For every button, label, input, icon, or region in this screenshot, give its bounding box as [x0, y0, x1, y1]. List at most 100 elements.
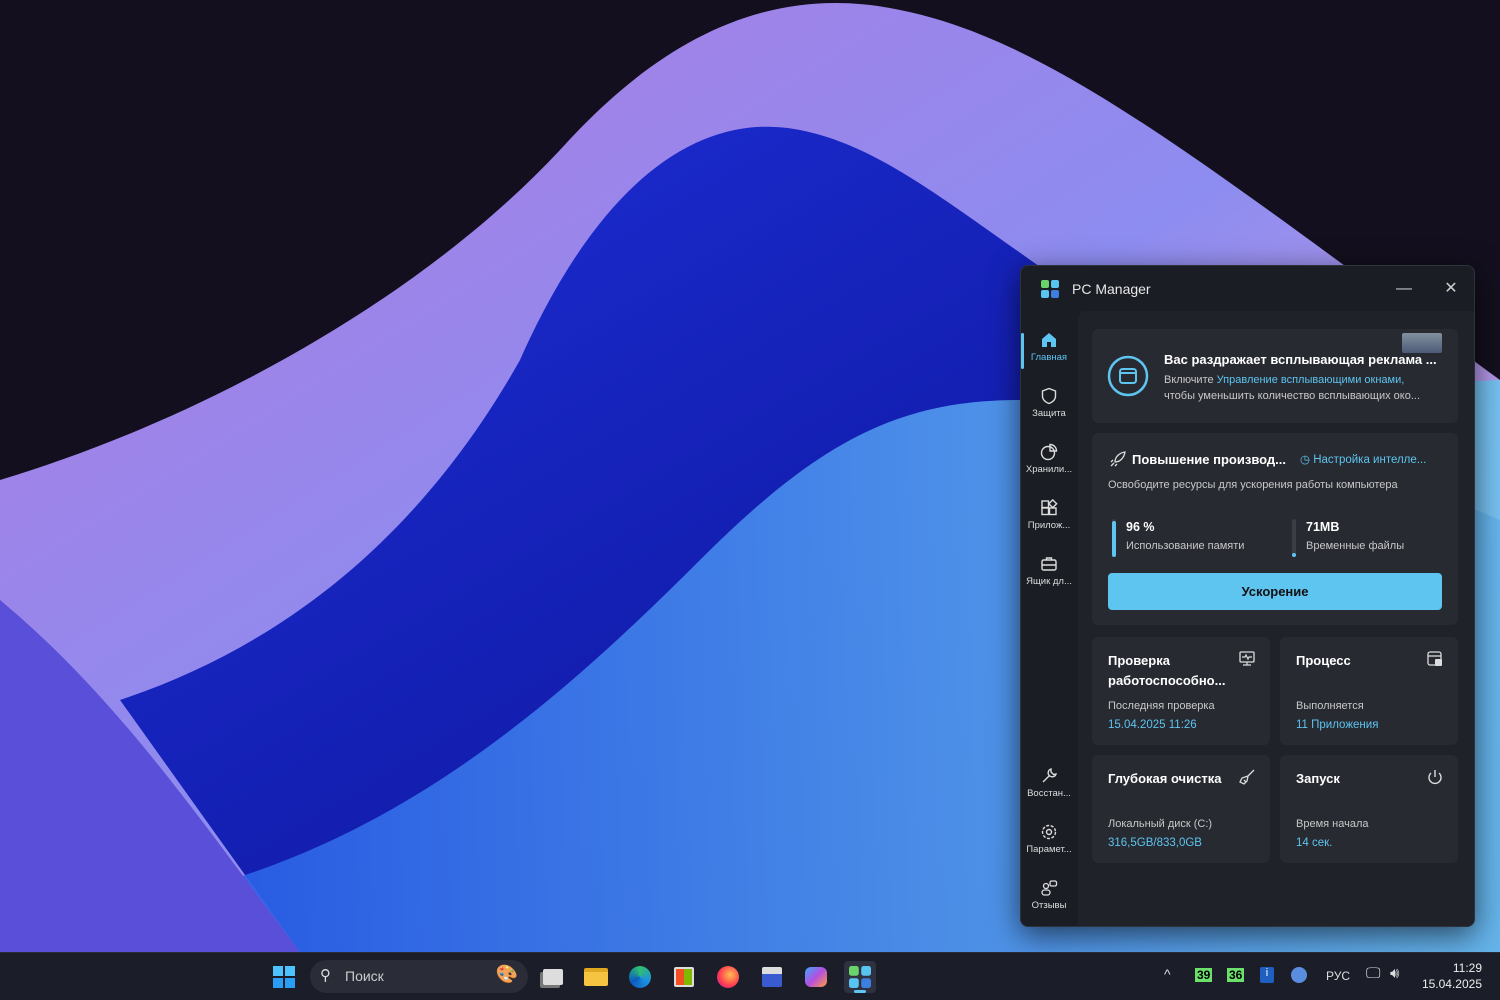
pc-manager-taskbar-button[interactable] — [844, 961, 876, 993]
tile-label: Локальный диск (C:) — [1108, 818, 1213, 830]
promo-text-line2: чтобы уменьшить количество всплывающих о… — [1164, 390, 1421, 402]
sidebar-item-home[interactable]: Главная — [1021, 325, 1077, 377]
volume-icon[interactable]: 🔊︎ — [1390, 965, 1399, 982]
sidebar-item-storage[interactable]: Хранили... — [1021, 437, 1077, 489]
save-app-button[interactable] — [756, 961, 788, 993]
file-explorer-button[interactable] — [580, 961, 612, 993]
search-highlight-icon: 🎨 — [495, 964, 518, 984]
tile-value: 316,5GB/833,0GB — [1108, 837, 1202, 849]
task-view-button[interactable] — [537, 961, 569, 993]
start-button[interactable] — [268, 961, 300, 993]
language-indicator[interactable]: РУС — [1326, 969, 1350, 983]
popup-management-link[interactable]: Управление всплывающими окнами, — [1217, 374, 1405, 386]
memory-value: 96 % — [1126, 520, 1155, 534]
network-icon[interactable]: 🖵 — [1366, 965, 1380, 982]
search-placeholder: Поиск — [345, 968, 384, 984]
sidebar-item-toolbox[interactable]: Ящик дл... — [1021, 549, 1077, 601]
clock[interactable]: 11:29 15.04.2025 — [1420, 960, 1482, 992]
promo-text: Включите — [1164, 374, 1217, 386]
apps-icon — [1041, 499, 1058, 516]
store-button[interactable] — [668, 961, 700, 993]
deep-cleanup-tile[interactable]: Глубокая очистка Локальный диск (C:) 316… — [1092, 755, 1270, 863]
temp-files-value: 71MB — [1306, 520, 1340, 534]
boost-button[interactable]: Ускорение — [1108, 573, 1442, 610]
sidebar-item-protection[interactable]: Защита — [1021, 381, 1077, 433]
sidebar-item-label: Ящик дл... — [1026, 576, 1072, 587]
feedback-icon — [1041, 880, 1058, 896]
boost-card: Повышение производ... ◷ Настройка интелл… — [1092, 433, 1458, 625]
window-title: PC Manager — [1072, 281, 1151, 297]
sidebar-item-repair[interactable]: Восстан... — [1021, 761, 1077, 813]
tray-badge-39[interactable]: 39 — [1195, 968, 1213, 982]
close-button[interactable]: ✕ — [1437, 276, 1465, 302]
tile-value: 11 Приложения — [1296, 719, 1379, 731]
floppy-disk-icon — [762, 967, 782, 987]
sidebar-item-label: Главная — [1030, 352, 1068, 363]
firefox-icon — [717, 966, 739, 988]
tile-title: Глубокая очистка — [1108, 771, 1222, 786]
sidebar-item-feedback[interactable]: Отзывы — [1021, 873, 1077, 925]
gear-icon — [1041, 824, 1057, 840]
tile-label: Выполняется — [1296, 700, 1364, 712]
pie-chart-icon — [1040, 443, 1058, 461]
sidebar-item-label: Отзывы — [1031, 900, 1067, 911]
clock-date: 15.04.2025 — [1421, 977, 1482, 991]
wrench-icon — [1042, 768, 1058, 783]
tile-value: 14 сек. — [1296, 837, 1333, 849]
sidebar-item-settings[interactable]: Парамет... — [1021, 817, 1077, 869]
health-check-tile[interactable]: Проверка работоспособно... Последняя про… — [1092, 637, 1270, 745]
popup-ads-card[interactable]: Вас раздражает всплывающая реклама ... В… — [1092, 329, 1458, 423]
show-hidden-icons-button[interactable]: ^ — [1164, 966, 1171, 982]
process-icon — [1427, 651, 1442, 666]
qbittorrent-tray-icon[interactable] — [1291, 967, 1307, 983]
taskbar-search[interactable]: ⚲ Поиск 🎨 — [310, 960, 528, 993]
tile-label: Время начала — [1296, 818, 1369, 830]
startup-tile[interactable]: Запуск Время начала 14 сек. — [1280, 755, 1458, 863]
title-bar[interactable]: PC Manager — ✕ — [1021, 266, 1474, 311]
close-icon: ✕ — [1444, 280, 1458, 297]
firefox-button[interactable] — [712, 961, 744, 993]
rocket-icon — [1110, 451, 1126, 467]
copilot-icon — [805, 967, 827, 987]
tile-title: Запуск — [1296, 771, 1340, 786]
shield-icon — [1041, 387, 1057, 405]
tile-title: Процесс — [1296, 653, 1351, 668]
sidebar: Главная Защита Хранили... Прилож... Ящик… — [1021, 321, 1077, 926]
boost-subtitle: Освободите ресурсы для ускорения работы … — [1108, 479, 1398, 491]
sidebar-item-label: Восстан... — [1027, 788, 1071, 799]
edge-button[interactable] — [624, 961, 656, 993]
broom-icon — [1239, 769, 1255, 785]
search-icon: ⚲ — [320, 967, 331, 984]
memory-label: Использование памяти — [1126, 540, 1245, 552]
promo-title: Вас раздражает всплывающая реклама ... — [1164, 352, 1437, 367]
tray-badge-36[interactable]: 36 — [1227, 968, 1245, 982]
home-icon — [1042, 333, 1056, 347]
sidebar-item-label: Прилож... — [1027, 520, 1071, 531]
temp-files-bar — [1292, 519, 1296, 557]
clock-time: 11:29 — [1452, 961, 1482, 975]
tile-title: Проверка работоспособно... — [1108, 653, 1226, 688]
smart-boost-settings-link[interactable]: ◷ Настройка интелле... — [1300, 452, 1426, 466]
sidebar-item-label: Хранили... — [1025, 464, 1073, 475]
sidebar-item-label: Защита — [1032, 408, 1066, 419]
pc-manager-logo-icon — [1041, 280, 1059, 298]
folder-icon — [584, 968, 608, 986]
health-monitor-icon — [1239, 651, 1255, 666]
pc-manager-icon — [849, 966, 871, 988]
info-tray-icon[interactable]: i — [1260, 967, 1274, 983]
power-icon — [1428, 770, 1442, 785]
store-icon — [674, 967, 694, 987]
process-tile[interactable]: Процесс Выполняется 11 Приложения — [1280, 637, 1458, 745]
memory-usage-bar — [1112, 519, 1116, 557]
sidebar-item-label: Парамет... — [1026, 844, 1072, 855]
edge-icon — [629, 966, 651, 988]
copilot-button[interactable] — [800, 961, 832, 993]
boost-title: Повышение производ... — [1132, 452, 1286, 467]
speedometer-icon: ◷ — [1300, 454, 1314, 466]
tile-value: 15.04.2025 11:26 — [1108, 719, 1197, 731]
windows-logo-icon — [273, 966, 295, 988]
minimize-button[interactable]: — — [1390, 276, 1418, 302]
toolbox-icon — [1041, 557, 1057, 571]
tile-label: Последняя проверка — [1108, 700, 1215, 712]
sidebar-item-apps[interactable]: Прилож... — [1021, 493, 1077, 545]
